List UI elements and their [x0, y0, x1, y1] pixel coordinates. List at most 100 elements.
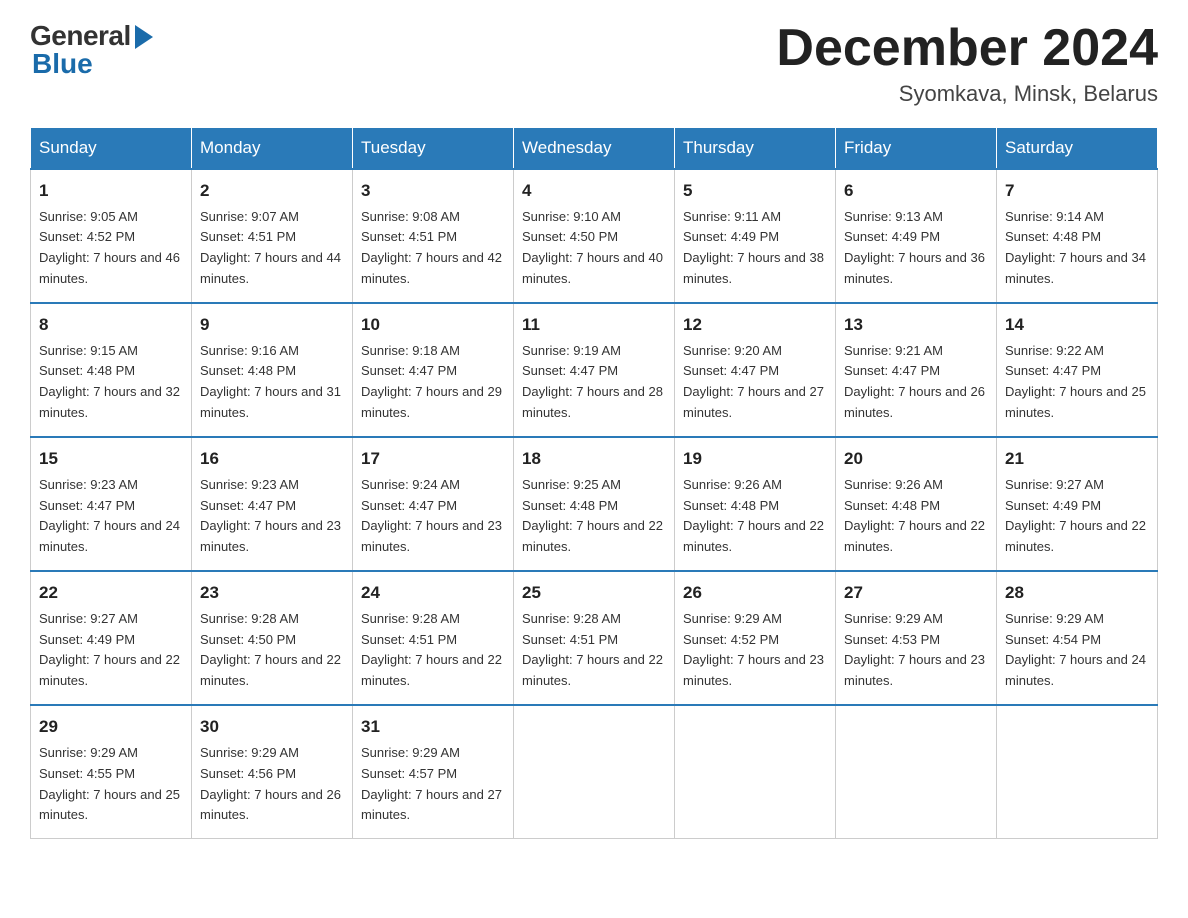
day-sunrise: Sunrise: 9:14 AM	[1005, 209, 1104, 224]
day-number: 1	[39, 178, 183, 204]
day-number: 28	[1005, 580, 1149, 606]
day-daylight: Daylight: 7 hours and 26 minutes.	[844, 384, 985, 420]
day-sunrise: Sunrise: 9:19 AM	[522, 343, 621, 358]
day-sunset: Sunset: 4:48 PM	[1005, 229, 1101, 244]
day-number: 30	[200, 714, 344, 740]
day-daylight: Daylight: 7 hours and 23 minutes.	[361, 518, 502, 554]
day-number: 5	[683, 178, 827, 204]
day-number: 8	[39, 312, 183, 338]
day-sunset: Sunset: 4:47 PM	[844, 363, 940, 378]
day-daylight: Daylight: 7 hours and 38 minutes.	[683, 250, 824, 286]
calendar-day-6: 6 Sunrise: 9:13 AM Sunset: 4:49 PM Dayli…	[836, 169, 997, 303]
day-sunset: Sunset: 4:56 PM	[200, 766, 296, 781]
day-number: 27	[844, 580, 988, 606]
day-sunrise: Sunrise: 9:23 AM	[39, 477, 138, 492]
day-daylight: Daylight: 7 hours and 22 minutes.	[1005, 518, 1146, 554]
calendar-day-12: 12 Sunrise: 9:20 AM Sunset: 4:47 PM Dayl…	[675, 303, 836, 437]
day-sunrise: Sunrise: 9:29 AM	[683, 611, 782, 626]
day-sunset: Sunset: 4:49 PM	[683, 229, 779, 244]
day-number: 4	[522, 178, 666, 204]
day-sunset: Sunset: 4:50 PM	[522, 229, 618, 244]
day-number: 23	[200, 580, 344, 606]
day-sunrise: Sunrise: 9:05 AM	[39, 209, 138, 224]
day-sunrise: Sunrise: 9:23 AM	[200, 477, 299, 492]
day-sunrise: Sunrise: 9:27 AM	[39, 611, 138, 626]
logo-blue-text: Blue	[32, 48, 93, 80]
day-sunrise: Sunrise: 9:16 AM	[200, 343, 299, 358]
day-sunrise: Sunrise: 9:29 AM	[200, 745, 299, 760]
calendar-day-30: 30 Sunrise: 9:29 AM Sunset: 4:56 PM Dayl…	[192, 705, 353, 839]
calendar-day-16: 16 Sunrise: 9:23 AM Sunset: 4:47 PM Dayl…	[192, 437, 353, 571]
day-daylight: Daylight: 7 hours and 40 minutes.	[522, 250, 663, 286]
day-number: 11	[522, 312, 666, 338]
calendar-day-15: 15 Sunrise: 9:23 AM Sunset: 4:47 PM Dayl…	[31, 437, 192, 571]
day-sunrise: Sunrise: 9:10 AM	[522, 209, 621, 224]
day-daylight: Daylight: 7 hours and 25 minutes.	[39, 787, 180, 823]
day-number: 24	[361, 580, 505, 606]
day-sunset: Sunset: 4:49 PM	[844, 229, 940, 244]
day-number: 31	[361, 714, 505, 740]
day-daylight: Daylight: 7 hours and 23 minutes.	[200, 518, 341, 554]
day-daylight: Daylight: 7 hours and 27 minutes.	[361, 787, 502, 823]
day-sunrise: Sunrise: 9:11 AM	[683, 209, 781, 224]
calendar-day-24: 24 Sunrise: 9:28 AM Sunset: 4:51 PM Dayl…	[353, 571, 514, 705]
day-daylight: Daylight: 7 hours and 32 minutes.	[39, 384, 180, 420]
day-sunset: Sunset: 4:48 PM	[522, 498, 618, 513]
day-sunset: Sunset: 4:47 PM	[361, 498, 457, 513]
day-daylight: Daylight: 7 hours and 34 minutes.	[1005, 250, 1146, 286]
day-number: 22	[39, 580, 183, 606]
day-sunset: Sunset: 4:47 PM	[39, 498, 135, 513]
day-number: 15	[39, 446, 183, 472]
day-sunset: Sunset: 4:48 PM	[39, 363, 135, 378]
day-number: 26	[683, 580, 827, 606]
day-sunset: Sunset: 4:55 PM	[39, 766, 135, 781]
day-number: 13	[844, 312, 988, 338]
calendar-day-14: 14 Sunrise: 9:22 AM Sunset: 4:47 PM Dayl…	[997, 303, 1158, 437]
weekday-header-row: SundayMondayTuesdayWednesdayThursdayFrid…	[31, 128, 1158, 170]
day-sunrise: Sunrise: 9:08 AM	[361, 209, 460, 224]
day-daylight: Daylight: 7 hours and 24 minutes.	[1005, 652, 1146, 688]
page-header: General Blue December 2024 Syomkava, Min…	[30, 20, 1158, 107]
month-title: December 2024	[776, 20, 1158, 77]
day-sunrise: Sunrise: 9:28 AM	[522, 611, 621, 626]
calendar-day-31: 31 Sunrise: 9:29 AM Sunset: 4:57 PM Dayl…	[353, 705, 514, 839]
day-sunrise: Sunrise: 9:07 AM	[200, 209, 299, 224]
day-number: 17	[361, 446, 505, 472]
calendar-week-row-1: 1 Sunrise: 9:05 AM Sunset: 4:52 PM Dayli…	[31, 169, 1158, 303]
day-number: 18	[522, 446, 666, 472]
day-sunset: Sunset: 4:50 PM	[200, 632, 296, 647]
day-sunset: Sunset: 4:54 PM	[1005, 632, 1101, 647]
day-number: 20	[844, 446, 988, 472]
day-number: 25	[522, 580, 666, 606]
day-sunrise: Sunrise: 9:20 AM	[683, 343, 782, 358]
day-daylight: Daylight: 7 hours and 22 minutes.	[522, 518, 663, 554]
day-sunrise: Sunrise: 9:28 AM	[200, 611, 299, 626]
day-daylight: Daylight: 7 hours and 22 minutes.	[844, 518, 985, 554]
day-daylight: Daylight: 7 hours and 22 minutes.	[522, 652, 663, 688]
day-sunrise: Sunrise: 9:24 AM	[361, 477, 460, 492]
day-sunset: Sunset: 4:48 PM	[683, 498, 779, 513]
day-daylight: Daylight: 7 hours and 25 minutes.	[1005, 384, 1146, 420]
day-sunset: Sunset: 4:48 PM	[200, 363, 296, 378]
day-sunrise: Sunrise: 9:22 AM	[1005, 343, 1104, 358]
day-number: 14	[1005, 312, 1149, 338]
day-number: 2	[200, 178, 344, 204]
day-sunrise: Sunrise: 9:29 AM	[844, 611, 943, 626]
calendar-day-9: 9 Sunrise: 9:16 AM Sunset: 4:48 PM Dayli…	[192, 303, 353, 437]
calendar-week-row-2: 8 Sunrise: 9:15 AM Sunset: 4:48 PM Dayli…	[31, 303, 1158, 437]
day-daylight: Daylight: 7 hours and 23 minutes.	[683, 652, 824, 688]
day-number: 3	[361, 178, 505, 204]
day-sunset: Sunset: 4:47 PM	[200, 498, 296, 513]
calendar-day-13: 13 Sunrise: 9:21 AM Sunset: 4:47 PM Dayl…	[836, 303, 997, 437]
day-daylight: Daylight: 7 hours and 42 minutes.	[361, 250, 502, 286]
day-sunset: Sunset: 4:47 PM	[361, 363, 457, 378]
day-daylight: Daylight: 7 hours and 44 minutes.	[200, 250, 341, 286]
title-section: December 2024 Syomkava, Minsk, Belarus	[776, 20, 1158, 107]
calendar-day-29: 29 Sunrise: 9:29 AM Sunset: 4:55 PM Dayl…	[31, 705, 192, 839]
day-daylight: Daylight: 7 hours and 22 minutes.	[200, 652, 341, 688]
day-number: 12	[683, 312, 827, 338]
calendar-day-10: 10 Sunrise: 9:18 AM Sunset: 4:47 PM Dayl…	[353, 303, 514, 437]
day-sunset: Sunset: 4:52 PM	[683, 632, 779, 647]
day-daylight: Daylight: 7 hours and 23 minutes.	[844, 652, 985, 688]
calendar-day-20: 20 Sunrise: 9:26 AM Sunset: 4:48 PM Dayl…	[836, 437, 997, 571]
